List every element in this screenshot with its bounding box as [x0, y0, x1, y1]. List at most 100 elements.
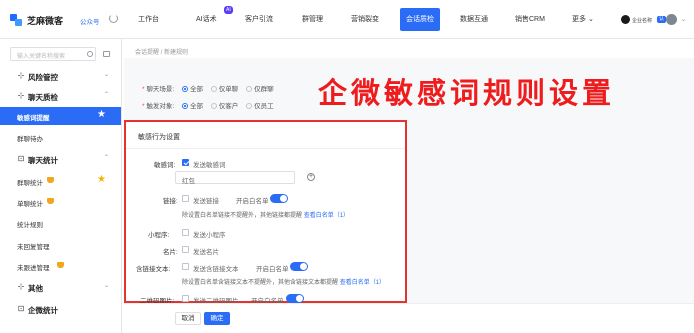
sidebar-group-other[interactable]: ⊹ 其他 ⌄ — [0, 278, 121, 296]
sidebar-group-chat-stats[interactable]: ⊡ 聊天统计 ⌃ — [0, 150, 121, 168]
nav-group-management[interactable]: 群管理 — [302, 8, 323, 31]
required-mark: * — [142, 103, 145, 110]
scene-radio-all[interactable] — [181, 86, 188, 92]
sidebar-item-sensitive-words[interactable]: 敏感词提醒 ★ — [0, 107, 121, 125]
miniprogram-check-label: 发送小程序 — [193, 232, 226, 239]
cancel-button[interactable]: 取消 — [175, 312, 201, 325]
star-icon[interactable]: ★ — [97, 175, 106, 185]
account-switcher[interactable]: 公众号 — [80, 16, 100, 26]
avatar[interactable] — [666, 14, 677, 25]
link-hint: 除设置白名单链接不提醒外，其他链接都提醒 查看白名单（1） — [182, 210, 349, 219]
target-option-label: 仅客户 — [218, 103, 239, 110]
chat-scene-label: 聊天场景: — [146, 86, 175, 93]
text-link-hint: 除设置白名单含链接文本不提醒外，其他含链接文本都提醒 查看白名单（1） — [182, 277, 385, 286]
target-radio-all[interactable] — [181, 103, 188, 109]
vip-crown-icon — [47, 198, 54, 204]
sidebar: 输入关键名称搜索 ⊹ 风险管控 ⌄ ⊹ 聊天质检 ⌃ 敏感词提醒 ★ 群聊待办 … — [0, 39, 122, 333]
top-nav-bar: 芝麻微客 公众号 工作台 AI话术 AI 客户引流 群管理 营销裂变 会话质检 数… — [0, 0, 694, 39]
chevron-down-icon: ⌄ — [104, 72, 110, 78]
refresh-icon[interactable] — [109, 14, 118, 23]
nav-session-qc[interactable]: 会话质检 — [400, 8, 440, 31]
trigger-target-row: * 触发对象: 全部 仅客户 仅员工 — [142, 100, 274, 110]
nav-ai-script[interactable]: AI话术 AI — [196, 6, 233, 31]
chart-icon: ⊡ — [17, 304, 25, 313]
sidebar-item-group-stats[interactable]: 群聊统计 ★ — [0, 172, 121, 190]
company-icon — [621, 15, 630, 24]
view-text-link-whitelist[interactable]: 查看白名单（1） — [340, 280, 385, 286]
view-link-whitelist[interactable]: 查看白名单（1） — [304, 213, 349, 219]
nav-ai-script-label: AI话术 — [196, 16, 217, 23]
nav-data-sync[interactable]: 数据互通 — [460, 8, 488, 31]
miniprogram-checkbox[interactable] — [182, 229, 189, 236]
target-radio-employee[interactable] — [246, 103, 253, 109]
text-link-whitelist-label: 开启白名单 — [256, 266, 289, 273]
user-menu[interactable]: 企业名称 认 ⌄ — [621, 14, 691, 27]
text-link-check-label: 发送含链接文本 — [193, 266, 239, 273]
scene-radio-single[interactable] — [210, 86, 217, 92]
sidebar-item-no-follow[interactable]: 未跟进管理 — [0, 257, 121, 275]
form-footer: 取消 确定 — [124, 303, 694, 333]
add-word-icon[interactable]: + — [307, 173, 315, 181]
section-title: 敏感行为设置 — [138, 134, 180, 141]
scene-option-label: 仅单聊 — [218, 86, 239, 93]
sensitive-behavior-section: 敏感行为设置 敏感词: 发送敏感词 红包 + 链接: 发送链接 开启白名单 除设… — [124, 120, 407, 305]
sidebar-group-wecom-stats[interactable]: ⊡ 企微统计 — [0, 300, 121, 318]
link-checkbox[interactable] — [182, 195, 189, 202]
nav-marketing[interactable]: 营销裂变 — [351, 8, 379, 31]
text-link-checkbox[interactable] — [182, 263, 189, 270]
breadcrumb: 会话提醒 / 新建规则 — [135, 50, 189, 56]
search-placeholder: 输入关键名称搜索 — [17, 54, 66, 60]
sensitive-word-label: 敏感词: — [154, 162, 176, 169]
link-whitelist-label: 开启白名单 — [236, 198, 269, 205]
sidebar-group-risk-control[interactable]: ⊹ 风险管控 ⌄ — [0, 67, 121, 85]
ai-badge: AI — [224, 6, 233, 14]
sidebar-item-label: 风险管控 — [28, 73, 58, 82]
sidebar-item-label: 群聊待办 — [17, 136, 43, 143]
brand-logo-icon — [10, 14, 22, 26]
sidebar-item-label: 企微统计 — [28, 306, 58, 315]
sidebar-item-label: 单聊统计 — [17, 201, 43, 208]
miniprogram-label: 小程序: — [148, 232, 170, 239]
confirm-button[interactable]: 确定 — [204, 312, 230, 325]
sidebar-group-chat-qc[interactable]: ⊹ 聊天质检 ⌃ — [0, 87, 121, 105]
card-check-label: 发送名片 — [193, 249, 219, 256]
nav-customer-acquisition[interactable]: 客户引流 — [245, 8, 273, 31]
text-link-label: 含链接文本: — [136, 266, 171, 273]
collapse-sidebar-icon[interactable] — [103, 51, 110, 57]
qr-checkbox[interactable] — [182, 295, 189, 302]
chevron-down-icon[interactable]: ⌄ — [681, 16, 686, 23]
target-radio-customer[interactable] — [210, 103, 217, 109]
nav-more[interactable]: 更多 ⌄ — [572, 8, 594, 31]
search-icon[interactable] — [87, 51, 93, 57]
sidebar-item-label: 未回复管理 — [17, 244, 50, 251]
sidebar-item-no-reply[interactable]: 未回复管理 — [0, 236, 121, 254]
sidebar-item-stat-rules[interactable]: 统计规则 — [0, 214, 121, 232]
nav-workbench[interactable]: 工作台 — [138, 8, 159, 31]
link-label: 链接: — [163, 198, 178, 205]
verified-badge: 认 — [657, 16, 667, 23]
sidebar-item-label: 敏感词提醒 — [17, 115, 50, 122]
nav-more-label: 更多 — [572, 16, 586, 23]
qr-whitelist-toggle[interactable] — [286, 294, 304, 303]
sensitive-word-input[interactable]: 红包 — [175, 171, 295, 185]
card-checkbox[interactable] — [182, 246, 189, 253]
sidebar-item-single-stats[interactable]: 单聊统计 — [0, 193, 121, 211]
chart-icon: ⊡ — [17, 154, 25, 163]
target-option-label: 全部 — [189, 103, 203, 110]
nav-sales-crm[interactable]: 销售CRM — [515, 8, 545, 31]
scene-radio-group[interactable] — [246, 86, 253, 92]
required-mark: * — [142, 86, 145, 93]
scene-option-label: 全部 — [189, 86, 203, 93]
sensitive-word-checkbox[interactable] — [182, 159, 189, 166]
sensitive-word-check-label: 发送敏感词 — [193, 162, 226, 169]
target-option-label: 仅员工 — [254, 103, 274, 110]
sidebar-search-input[interactable]: 输入关键名称搜索 — [10, 47, 96, 61]
link-whitelist-toggle[interactable] — [270, 194, 288, 203]
text-link-whitelist-toggle[interactable] — [290, 262, 308, 271]
sidebar-item-group-todo[interactable]: 群聊待办 — [0, 128, 121, 146]
card-label: 名片: — [163, 249, 178, 256]
vip-crown-icon — [57, 262, 64, 268]
text-link-hint-text: 除设置白名单含链接文本不提醒外，其他含链接文本都提醒 — [182, 280, 339, 286]
star-icon[interactable]: ★ — [97, 110, 106, 120]
sidebar-item-label: 聊天统计 — [28, 156, 58, 165]
